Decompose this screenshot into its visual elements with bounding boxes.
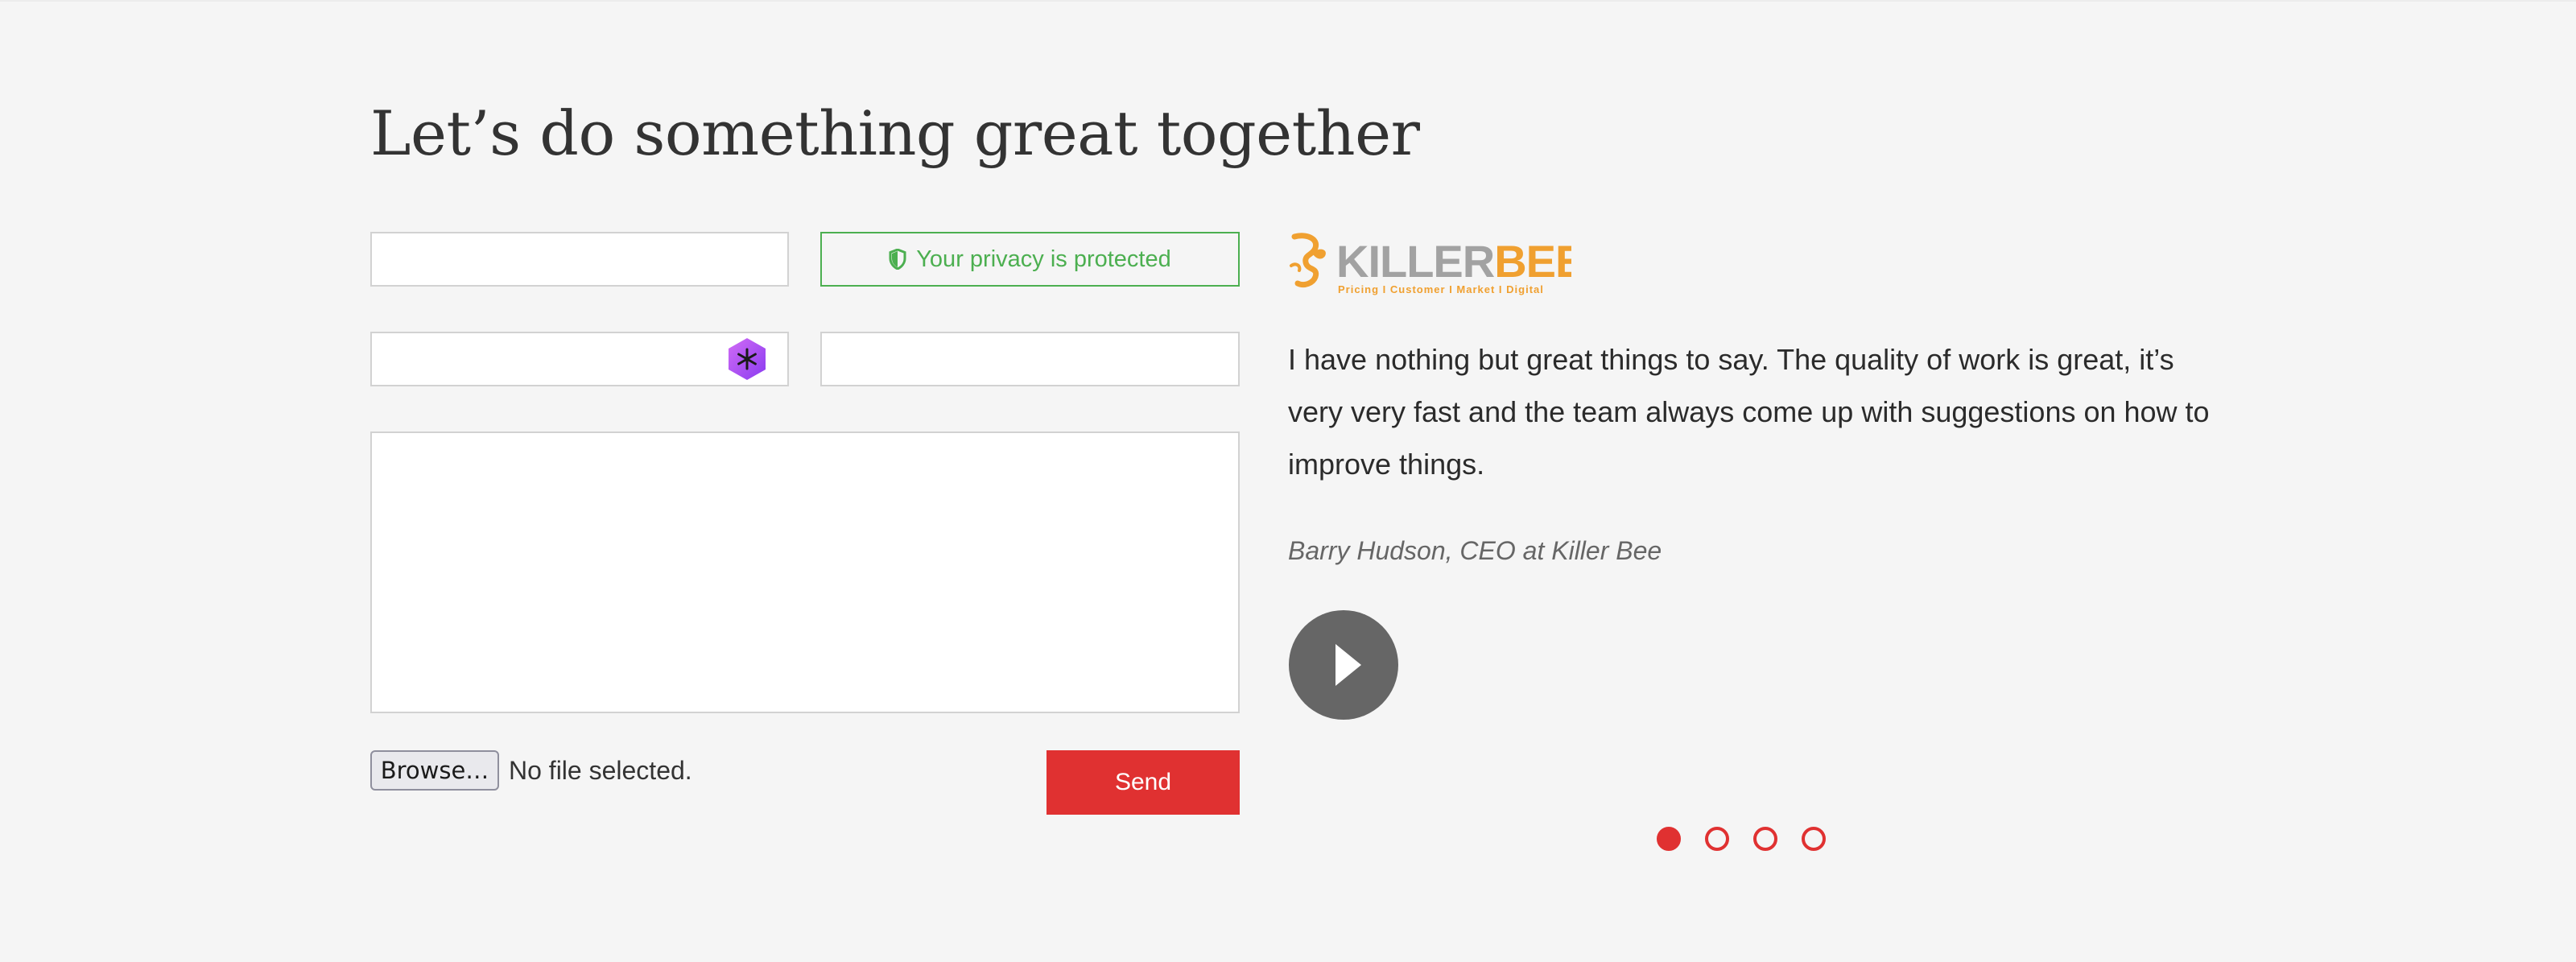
name-input[interactable] [370, 232, 789, 287]
killer-bee-logo: KILLERBEE Pricing I Customer I Market I … [1290, 233, 1571, 295]
carousel-pagination [1657, 827, 1826, 851]
carousel-dot-3[interactable] [1753, 827, 1777, 851]
contact-section: Let’s do something great together Your p… [0, 0, 2576, 962]
logo-tagline: Pricing I Customer I Market I Digital [1338, 283, 1544, 295]
logo-brand-part1: KILLER [1336, 236, 1495, 287]
play-video-button[interactable] [1289, 610, 1398, 720]
svg-text:KILLERBEE: KILLERBEE [1336, 236, 1571, 287]
shield-icon [889, 249, 906, 270]
bee-icon [1290, 233, 1326, 288]
browse-file-button[interactable]: Browse… [370, 750, 499, 791]
testimonial-quote: I have nothing but great things to say. … [1288, 343, 2210, 481]
logo-brand-part2: BEE [1494, 236, 1571, 287]
file-status-text: No file selected. [509, 756, 692, 785]
carousel-dot-4[interactable] [1802, 827, 1826, 851]
testimonial-author: Barry Hudson, CEO at Killer Bee [1288, 536, 1662, 565]
send-button[interactable]: Send [1046, 750, 1240, 815]
privacy-notice-text: Your privacy is protected [916, 246, 1171, 272]
play-icon [1335, 644, 1361, 686]
carousel-dot-2[interactable] [1705, 827, 1729, 851]
carousel-dot-1[interactable] [1657, 827, 1681, 851]
message-textarea[interactable] [370, 431, 1240, 713]
phone-input[interactable] [820, 332, 1240, 386]
privacy-notice: Your privacy is protected [820, 232, 1240, 287]
password-manager-icon[interactable] [724, 336, 770, 382]
section-heading: Let’s do something great together [370, 97, 1420, 169]
